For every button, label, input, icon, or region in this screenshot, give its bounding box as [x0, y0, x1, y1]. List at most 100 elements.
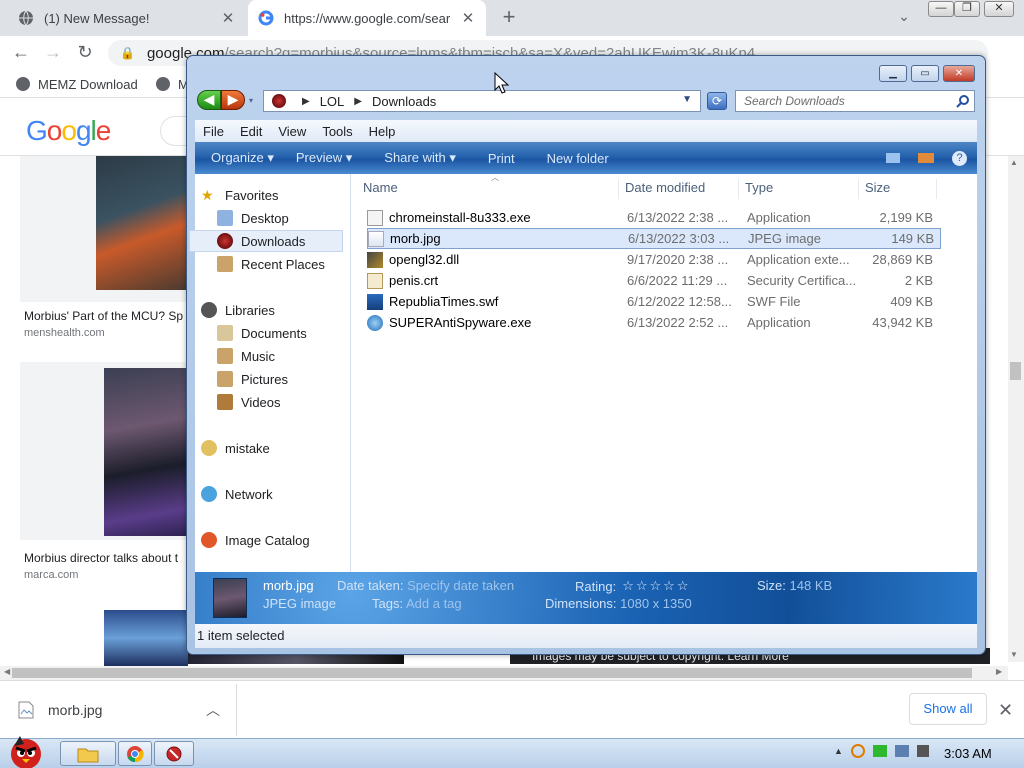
network-icon[interactable] — [894, 745, 909, 757]
show-all-button[interactable]: Show all — [909, 693, 987, 725]
column-date-modified[interactable]: Date modified — [619, 179, 739, 199]
breadcrumb-arrow-icon[interactable]: ▶ — [302, 96, 310, 107]
nav-homegroup[interactable]: mistake — [201, 437, 270, 459]
new-folder-button[interactable]: New folder — [531, 151, 625, 166]
network-icon — [201, 486, 217, 502]
forward-arrow-icon[interactable]: ▶ — [221, 90, 245, 110]
result-caption[interactable]: Morbius director talks about t — [24, 551, 178, 565]
menu-edit[interactable]: Edit — [232, 124, 270, 139]
close-tab-icon[interactable]: ✕ — [220, 10, 236, 27]
share-with-button[interactable]: Share with ▾ — [368, 150, 472, 166]
file-row[interactable]: SUPERAntiSpyware.exe 6/13/2022 2:52 ... … — [367, 312, 941, 333]
rating-stars[interactable]: ☆☆☆☆☆ — [622, 578, 690, 594]
image-result-2[interactable] — [20, 362, 188, 540]
breadcrumb-item[interactable]: LOL — [320, 94, 345, 109]
horizontal-scrollbar-thumb[interactable] — [12, 668, 972, 678]
column-name[interactable]: Name — [357, 179, 619, 199]
menu-file[interactable]: File — [195, 124, 232, 139]
bookmark-second[interactable]: M — [156, 74, 189, 94]
nav-desktop[interactable]: Desktop — [217, 207, 289, 229]
file-row[interactable]: RepubliaTimes.swf 6/12/2022 12:58... SWF… — [367, 291, 941, 312]
file-row[interactable]: penis.crt 6/6/2022 11:29 ... Security Ce… — [367, 270, 941, 291]
column-type[interactable]: Type — [739, 179, 859, 199]
nav-pictures[interactable]: Pictures — [217, 368, 288, 390]
menu-tools[interactable]: Tools — [314, 124, 360, 139]
search-input[interactable]: Search Downloads — [735, 90, 975, 112]
forward-arrow-icon[interactable]: → — [42, 42, 64, 64]
show-hidden-icons-icon[interactable]: ▲ — [834, 746, 843, 756]
reload-icon[interactable]: ↻ — [74, 42, 96, 64]
nav-downloads[interactable]: Downloads — [217, 230, 305, 252]
chevron-up-icon[interactable]: ︿ — [206, 700, 220, 720]
print-button[interactable]: Print — [472, 151, 531, 166]
tab-google-search[interactable]: https://www.google.com/sear ✕ — [248, 0, 486, 36]
search-icon[interactable] — [956, 94, 970, 108]
details-date-taken: Date taken: Specify date taken — [337, 578, 515, 593]
nav-network[interactable]: Network — [201, 483, 273, 505]
nav-music[interactable]: Music — [217, 345, 275, 367]
taskbar-clock[interactable]: 3:03 AM — [944, 746, 992, 761]
result-source: marca.com — [24, 569, 79, 581]
taskbar-app-button[interactable] — [154, 741, 194, 766]
help-icon[interactable]: ? — [952, 150, 967, 166]
organize-button[interactable]: Organize ▾ — [195, 150, 290, 166]
nav-image-catalog[interactable]: Image Catalog — [201, 529, 310, 551]
scroll-down-arrow-icon[interactable]: ▼ — [1010, 650, 1018, 659]
recent-pages-icon[interactable]: ▾ — [249, 96, 259, 106]
dropdown-arrow-icon[interactable]: ▼ — [682, 94, 692, 105]
minimize-button[interactable]: ▁ — [879, 65, 907, 82]
start-button[interactable] — [2, 732, 50, 768]
close-icon[interactable]: ✕ — [998, 700, 1013, 721]
breadcrumb-arrow-icon[interactable]: ▶ — [354, 96, 362, 107]
breadcrumb-item[interactable]: Downloads — [372, 94, 436, 109]
bookmark-memz[interactable]: MEMZ Download — [16, 74, 138, 94]
nav-videos[interactable]: Videos — [217, 391, 281, 413]
google-logo[interactable]: Google — [26, 115, 111, 147]
volume-icon[interactable] — [916, 745, 929, 757]
menu-bar: File Edit View Tools Help — [195, 120, 977, 142]
file-row[interactable]: opengl32.dll 9/17/2020 2:38 ... Applicat… — [367, 249, 941, 270]
menu-view[interactable]: View — [270, 124, 314, 139]
restore-button[interactable]: ❐ — [954, 1, 980, 17]
close-tab-icon[interactable]: ✕ — [460, 10, 476, 27]
tab-search-chevron-icon[interactable]: ⌄ — [894, 8, 914, 28]
battery-icon[interactable] — [872, 745, 887, 757]
maximize-button[interactable]: ▭ — [911, 65, 939, 82]
file-row-selected[interactable]: morb.jpg 6/13/2022 3:03 ... JPEG image 1… — [367, 228, 941, 249]
window-titlebar[interactable] — [187, 56, 985, 86]
menu-help[interactable]: Help — [361, 124, 404, 139]
nav-documents[interactable]: Documents — [217, 322, 307, 344]
tab-new-message[interactable]: (1) New Message! ✕ — [8, 0, 246, 36]
scrollbar-thumb[interactable] — [1010, 362, 1021, 380]
taskbar-chrome-button[interactable] — [118, 741, 152, 766]
image-result-3[interactable] — [104, 610, 188, 666]
search-icon[interactable] — [850, 744, 865, 758]
address-breadcrumb[interactable]: ▶ LOL ▶ Downloads ▼ — [263, 90, 701, 112]
nav-libraries[interactable]: Libraries — [201, 299, 275, 321]
date-taken-field[interactable]: Specify date taken — [407, 578, 514, 593]
scroll-up-arrow-icon[interactable]: ▲ — [1010, 158, 1018, 167]
nav-favorites[interactable]: ★ Favorites — [201, 184, 278, 206]
column-size[interactable]: Size — [859, 179, 937, 199]
file-row[interactable]: chromeinstall-8u333.exe 6/13/2022 2:38 .… — [367, 207, 941, 228]
back-arrow-icon[interactable]: ◀ — [197, 90, 221, 110]
scroll-right-arrow-icon[interactable]: ▶ — [996, 667, 1002, 676]
scroll-left-arrow-icon[interactable]: ◀ — [4, 667, 10, 676]
preview-pane-icon[interactable] — [918, 153, 934, 163]
new-tab-button[interactable]: + — [496, 6, 522, 30]
close-button[interactable]: ✕ — [943, 65, 975, 82]
libraries-icon — [201, 302, 217, 318]
minimize-button[interactable]: — — [928, 1, 954, 17]
tags-field[interactable]: Add a tag — [406, 596, 462, 611]
back-arrow-icon[interactable]: ← — [10, 42, 32, 64]
nav-recent-places[interactable]: Recent Places — [217, 253, 325, 275]
preview-button[interactable]: Preview ▾ — [290, 150, 368, 166]
change-view-icon[interactable] — [886, 153, 900, 163]
close-button[interactable]: ✕ — [984, 1, 1014, 17]
refresh-icon[interactable]: ⟳ — [707, 92, 727, 110]
download-item[interactable]: morb.jpg — [18, 694, 234, 726]
image-result-1[interactable] — [20, 156, 188, 302]
result-caption[interactable]: Morbius' Part of the MCU? Sp — [24, 309, 183, 323]
vertical-scrollbar[interactable] — [1008, 156, 1024, 662]
taskbar-explorer-button[interactable] — [60, 741, 116, 766]
